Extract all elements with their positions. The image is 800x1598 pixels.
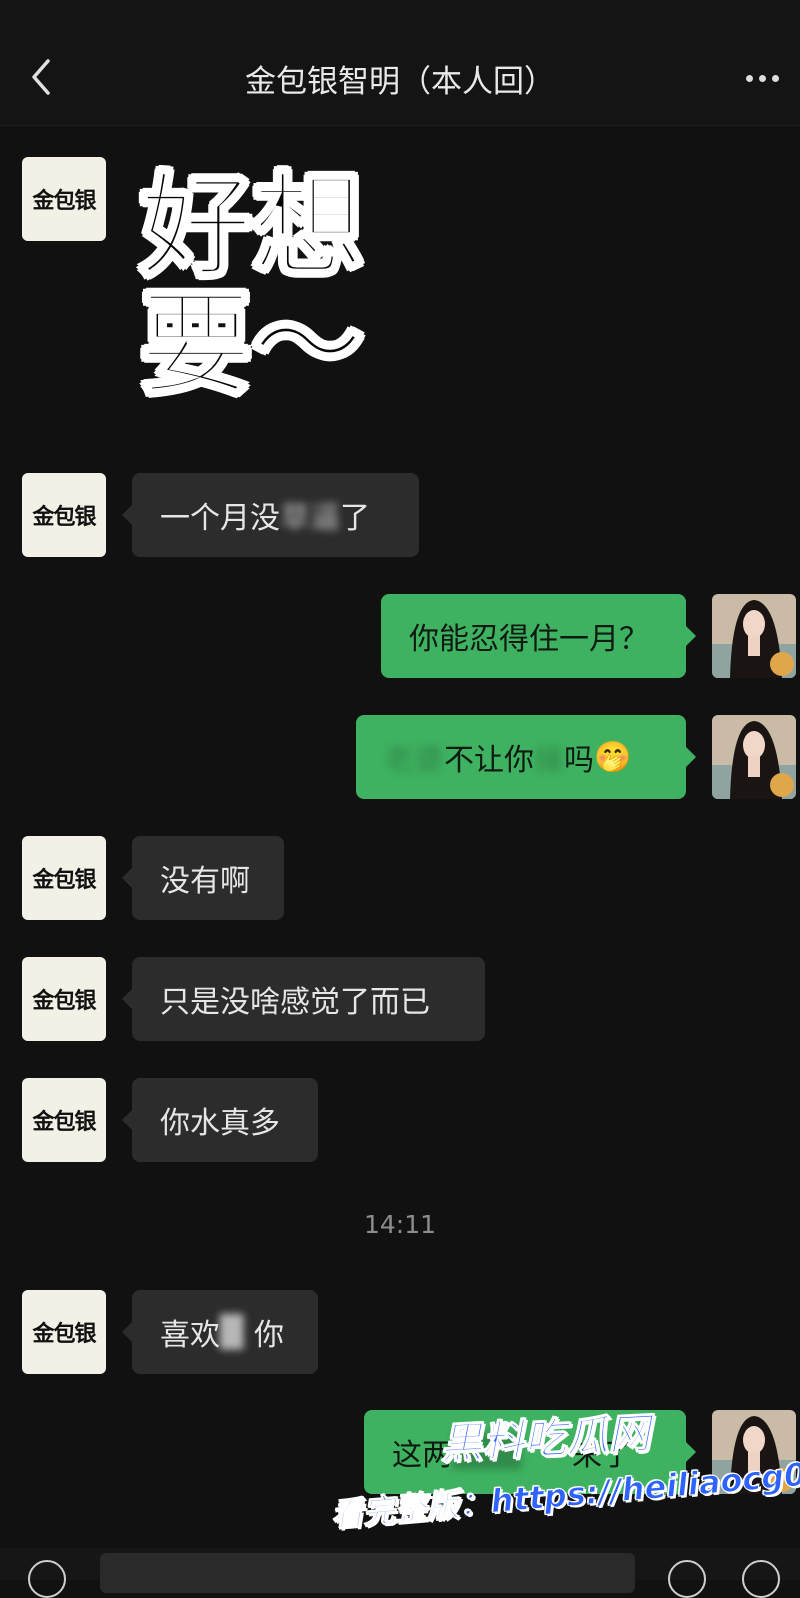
chat-header: 金包银智明（本人回）	[0, 0, 800, 126]
chat-title: 金包银智明（本人回）	[245, 64, 555, 100]
message-text: 喜欢	[160, 1318, 220, 1353]
message-timestamp: 14:11	[363, 1210, 437, 1239]
more-options-icon[interactable]	[746, 63, 786, 93]
contact-avatar[interactable]: 金包银	[22, 1078, 106, 1162]
message-text: 吗	[564, 743, 594, 778]
watermark-title: 黑料吃瓜网	[439, 1408, 652, 1469]
message-text: 一个月没	[160, 501, 280, 536]
user-avatar[interactable]	[712, 715, 796, 799]
message-text: 不让你	[444, 743, 534, 778]
message-text: 你	[254, 1318, 284, 1353]
message-text: 你能忍得住一月？	[409, 622, 649, 657]
censored-text: 草逼	[280, 501, 340, 536]
sticker-line2: 要～	[139, 280, 366, 410]
message-text: 了	[340, 501, 370, 536]
sticker-line1: 好想	[139, 162, 366, 292]
voice-icon[interactable]	[28, 1560, 66, 1598]
received-message[interactable]: 你水真多	[122, 1078, 318, 1162]
contact-avatar[interactable]: 金包银	[22, 1290, 106, 1374]
sent-message[interactable]: 你能忍得住一月？	[381, 594, 696, 678]
received-message[interactable]: 喜欢█你 操	[122, 1290, 318, 1374]
emoji-icon[interactable]	[668, 1560, 706, 1598]
blush-hand-emoji-icon: 🤭	[594, 739, 632, 775]
contact-avatar[interactable]: 金包银	[22, 473, 106, 557]
sent-message[interactable]: 老婆 不让你操吗 🤭	[356, 715, 696, 799]
message-text: 没有啊	[160, 864, 250, 899]
received-message[interactable]: 一个月没 草逼了	[122, 473, 419, 557]
contact-avatar[interactable]: 金包银	[22, 836, 106, 920]
user-avatar[interactable]	[712, 594, 796, 678]
censored-text: 老婆	[384, 743, 444, 778]
contact-avatar[interactable]: 金包银	[22, 157, 106, 241]
received-message[interactable]: 只是没啥感觉了而已	[122, 957, 485, 1041]
message-text: 你水真多	[160, 1106, 280, 1141]
sticker-message[interactable]: 好想 要～	[139, 162, 410, 418]
contact-avatar[interactable]: 金包银	[22, 957, 106, 1041]
received-message[interactable]: 没有啊	[122, 836, 284, 920]
plus-icon[interactable]	[742, 1560, 780, 1598]
message-text: 只是没啥感觉了而已	[160, 985, 430, 1020]
censored-text: 操	[534, 743, 564, 778]
message-input[interactable]	[100, 1553, 635, 1593]
